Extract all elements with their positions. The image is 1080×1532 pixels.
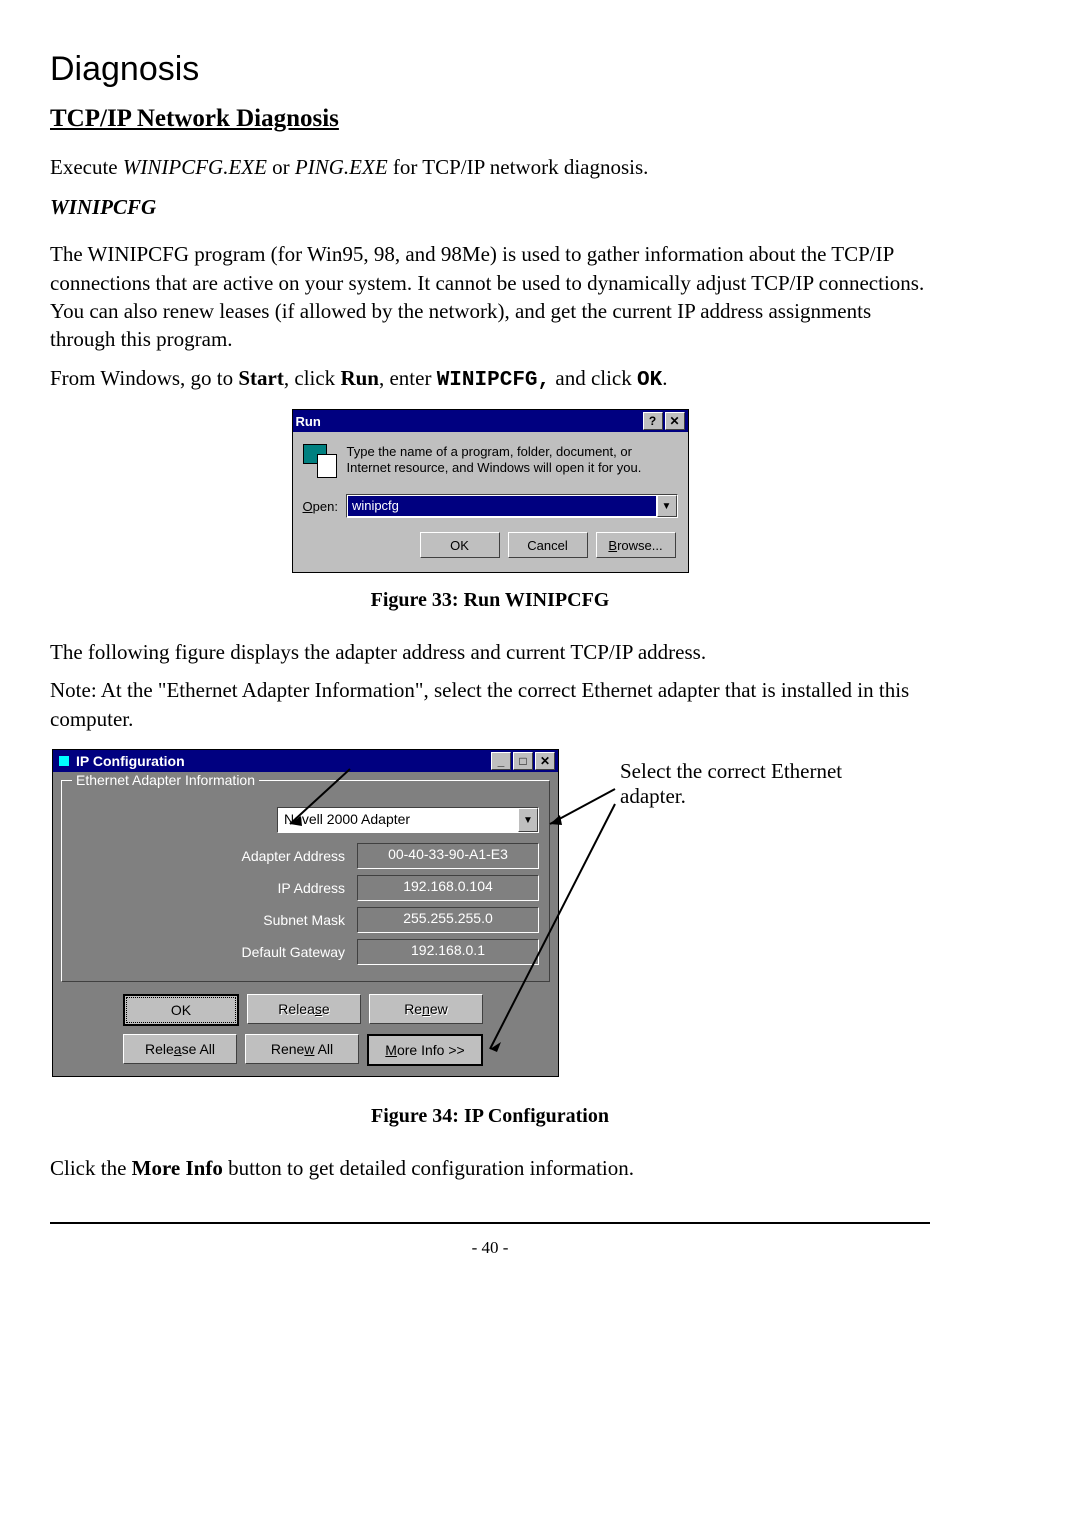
text: Click the bbox=[50, 1156, 132, 1180]
open-combo[interactable]: winipcfg ▼ bbox=[346, 494, 678, 518]
start-menu: Start bbox=[238, 366, 284, 390]
ok-text: OK bbox=[637, 369, 662, 392]
help-button[interactable]: ? bbox=[643, 412, 663, 430]
text: or bbox=[267, 155, 295, 179]
run-titlebar: Run ? ✕ bbox=[293, 410, 688, 432]
open-label: Open: bbox=[303, 499, 338, 514]
more-info-paragraph: Click the More Info button to get detail… bbox=[50, 1154, 930, 1182]
run-instruction: From Windows, go to Start, click Run, en… bbox=[50, 364, 930, 395]
text: From Windows, go to bbox=[50, 366, 238, 390]
figure-34-caption: Figure 34: IP Configuration bbox=[50, 1105, 930, 1128]
command-text: WINIPCFG, bbox=[437, 369, 550, 392]
text: , enter bbox=[379, 366, 437, 390]
cancel-button[interactable]: Cancel bbox=[508, 532, 588, 558]
intro-paragraph: Execute WINIPCFG.EXE or PING.EXE for TCP… bbox=[50, 153, 930, 181]
text: button to get detailed configuration inf… bbox=[223, 1156, 634, 1180]
browse-button[interactable]: Browse... bbox=[596, 532, 676, 558]
page-title: Diagnosis bbox=[50, 50, 930, 89]
run-icon bbox=[303, 444, 337, 478]
text: , click bbox=[284, 366, 341, 390]
run-dialog: Run ? ✕ Type the name of a program, fold… bbox=[292, 409, 689, 573]
figure-33-caption: Figure 33: Run WINIPCFG bbox=[50, 589, 930, 612]
note-paragraph: Note: At the "Ethernet Adapter Informati… bbox=[50, 676, 930, 733]
exe-name: PING.EXE bbox=[295, 155, 388, 179]
run-title: Run bbox=[296, 414, 641, 429]
text: and click bbox=[550, 366, 637, 390]
text: Execute bbox=[50, 155, 123, 179]
subsection-title: WINIPCFG bbox=[50, 195, 930, 220]
text: for TCP/IP network diagnosis. bbox=[388, 155, 649, 179]
dropdown-icon[interactable]: ▼ bbox=[657, 495, 677, 517]
callout-text: Select the correct Ethernet adapter. bbox=[620, 759, 900, 809]
ok-button[interactable]: OK bbox=[420, 532, 500, 558]
run-menu: Run bbox=[340, 366, 379, 390]
exe-name: WINIPCFG.EXE bbox=[123, 155, 267, 179]
run-description: Type the name of a program, folder, docu… bbox=[347, 444, 678, 478]
close-button[interactable]: ✕ bbox=[665, 412, 685, 430]
more-info-text: More Info bbox=[132, 1156, 223, 1180]
adapter-paragraph: The following figure displays the adapte… bbox=[50, 638, 930, 666]
page-number: - 40 - bbox=[50, 1238, 930, 1258]
section-title: TCP/IP Network Diagnosis bbox=[50, 105, 930, 133]
winipcfg-description: The WINIPCFG program (for Win95, 98, and… bbox=[50, 240, 930, 353]
footer-rule bbox=[50, 1222, 930, 1224]
open-value[interactable]: winipcfg bbox=[348, 496, 656, 516]
text: . bbox=[662, 366, 667, 390]
